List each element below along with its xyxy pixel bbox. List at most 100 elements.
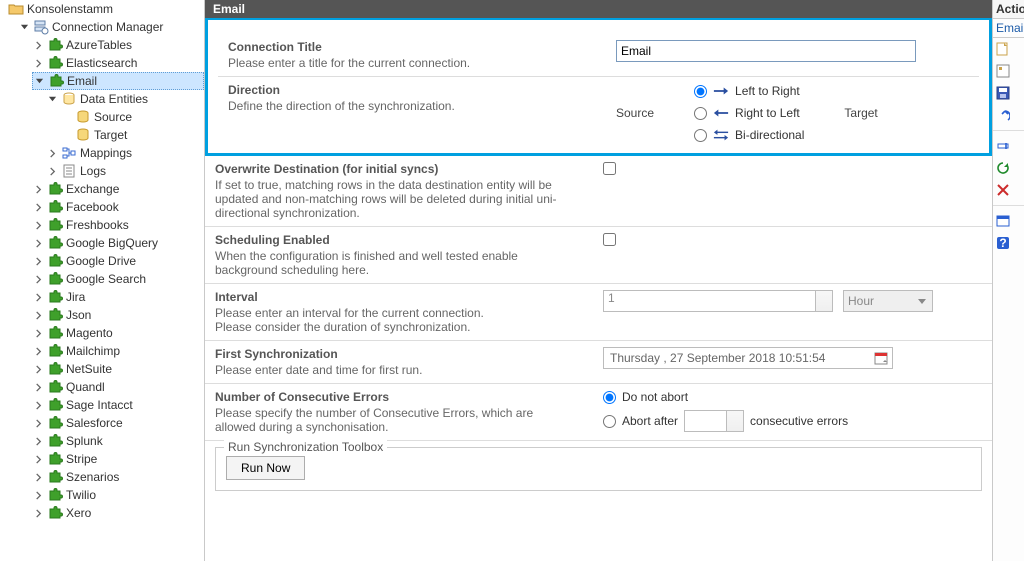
action-properties[interactable] (993, 60, 1024, 82)
chevron-right-icon[interactable] (32, 39, 44, 51)
tree-item-magento[interactable]: Magento (32, 324, 204, 342)
overwrite-header: Overwrite Destination (for initial syncs… (215, 162, 575, 176)
tree-item-label: Mailchimp (66, 344, 120, 358)
puzzle-icon (47, 235, 63, 251)
tree-item-xero[interactable]: Xero (32, 504, 204, 522)
tree[interactable]: Konsolenstamm Connection Manager Az (0, 0, 204, 522)
direction-header: Direction (228, 83, 588, 97)
chevron-right-icon[interactable] (32, 183, 44, 195)
tree-item-freshbooks[interactable]: Freshbooks (32, 216, 204, 234)
tree-item-source[interactable]: Source (60, 108, 204, 126)
tree-item-sage-intacct[interactable]: Sage Intacct (32, 396, 204, 414)
action-help[interactable]: ? (993, 232, 1024, 254)
errors-abort-radio[interactable] (603, 415, 616, 428)
tree-item-google-search[interactable]: Google Search (32, 270, 204, 288)
chevron-right-icon[interactable] (32, 291, 44, 303)
chevron-right-icon[interactable] (32, 417, 44, 429)
tree-item-netsuite[interactable]: NetSuite (32, 360, 204, 378)
tree-item-quandl[interactable]: Quandl (32, 378, 204, 396)
errors-noabort-option[interactable]: Do not abort (603, 390, 848, 404)
tree-item-email[interactable]: Email (32, 72, 204, 90)
tree-item-stripe[interactable]: Stripe (32, 450, 204, 468)
action-window[interactable] (993, 210, 1024, 232)
action-save[interactable] (993, 82, 1024, 104)
action-refresh[interactable] (993, 157, 1024, 179)
chevron-right-icon[interactable] (32, 255, 44, 267)
puzzle-icon (47, 271, 63, 287)
chevron-right-icon[interactable] (32, 381, 44, 393)
interval-spinner[interactable]: 1 (603, 290, 833, 312)
folder-icon (8, 1, 24, 17)
overwrite-checkbox[interactable] (603, 162, 616, 175)
tree-item-google-bigquery[interactable]: Google BigQuery (32, 234, 204, 252)
tree-item-exchange[interactable]: Exchange (32, 180, 204, 198)
chevron-right-icon[interactable] (32, 363, 44, 375)
chevron-down-icon[interactable] (732, 423, 740, 427)
direction-ltr-radio[interactable] (694, 85, 707, 98)
action-new[interactable] (993, 38, 1024, 60)
chevron-right-icon[interactable] (32, 309, 44, 321)
chevron-right-icon[interactable] (32, 435, 44, 447)
chevron-up-icon[interactable] (821, 295, 829, 299)
chevron-right-icon[interactable] (32, 327, 44, 339)
chevron-up-icon[interactable] (732, 415, 740, 419)
chevron-right-icon[interactable] (32, 273, 44, 285)
chevron-right-icon[interactable] (32, 471, 44, 483)
interval-unit-combo[interactable]: Hour (843, 290, 933, 312)
action-undo[interactable] (993, 104, 1024, 126)
tree-item-label: Google Search (66, 272, 146, 286)
chevron-right-icon[interactable] (32, 489, 44, 501)
tree-pane: Konsolenstamm Connection Manager Az (0, 0, 205, 561)
tree-item-splunk[interactable]: Splunk (32, 432, 204, 450)
calendar-icon[interactable] (874, 351, 888, 368)
tree-item-azuretables[interactable]: AzureTables (32, 36, 204, 54)
tree-item-salesforce[interactable]: Salesforce (32, 414, 204, 432)
tree-item-elasticsearch[interactable]: Elasticsearch (32, 54, 204, 72)
direction-bi-radio[interactable] (694, 129, 707, 142)
direction-bi-option[interactable]: Bi-directional (694, 127, 804, 143)
chevron-down-icon[interactable] (821, 303, 829, 307)
direction-rtl-option[interactable]: Right to Left (694, 105, 804, 121)
tree-item-jira[interactable]: Jira (32, 288, 204, 306)
chevron-right-icon[interactable] (32, 345, 44, 357)
chevron-right-icon[interactable] (32, 57, 44, 69)
chevron-right-icon[interactable] (32, 237, 44, 249)
action-rename[interactable] (993, 135, 1024, 157)
chevron-down-icon[interactable] (18, 21, 30, 33)
chevron-down-icon[interactable] (46, 93, 58, 105)
tree-item-json[interactable]: Json (32, 306, 204, 324)
run-now-button[interactable]: Run Now (226, 456, 305, 480)
tree-item-google-drive[interactable]: Google Drive (32, 252, 204, 270)
tree-item-szenarios[interactable]: Szenarios (32, 468, 204, 486)
tree-item-twilio[interactable]: Twilio (32, 486, 204, 504)
tree-item-label: Data Entities (80, 92, 148, 106)
tree-item-logs[interactable]: Logs (46, 162, 204, 180)
chevron-right-icon[interactable] (32, 507, 44, 519)
tree-item-facebook[interactable]: Facebook (32, 198, 204, 216)
chevron-right-icon[interactable] (32, 453, 44, 465)
errors-noabort-radio[interactable] (603, 391, 616, 404)
tree-root[interactable]: Konsolenstamm (4, 0, 204, 18)
first-sync-datetime[interactable]: Thursday , 27 September 2018 10:51:54 (603, 347, 893, 369)
action-delete[interactable] (993, 179, 1024, 201)
chevron-right-icon[interactable] (32, 201, 44, 213)
tree-connection-manager[interactable]: Connection Manager (18, 18, 204, 36)
errors-count-spinner[interactable] (684, 410, 744, 432)
tree-item-mappings[interactable]: Mappings (46, 144, 204, 162)
puzzle-icon (47, 361, 63, 377)
tree-item-target[interactable]: Target (60, 126, 204, 144)
chevron-right-icon[interactable] (46, 165, 58, 177)
scheduling-checkbox[interactable] (603, 233, 616, 246)
direction-ltr-option[interactable]: Left to Right (694, 83, 804, 99)
direction-rtl-radio[interactable] (694, 107, 707, 120)
tree-item-data-entities[interactable]: Data Entities (46, 90, 204, 108)
errors-abort-option[interactable]: Abort after consecutive errors (603, 410, 848, 432)
chevron-right-icon[interactable] (46, 147, 58, 159)
connection-title-input[interactable] (616, 40, 916, 62)
actions-pane: Actio Emai ? (992, 0, 1024, 561)
errors-abort-pre: Abort after (622, 414, 678, 428)
chevron-right-icon[interactable] (32, 399, 44, 411)
chevron-right-icon[interactable] (32, 219, 44, 231)
chevron-down-icon[interactable] (33, 75, 45, 87)
tree-item-mailchimp[interactable]: Mailchimp (32, 342, 204, 360)
